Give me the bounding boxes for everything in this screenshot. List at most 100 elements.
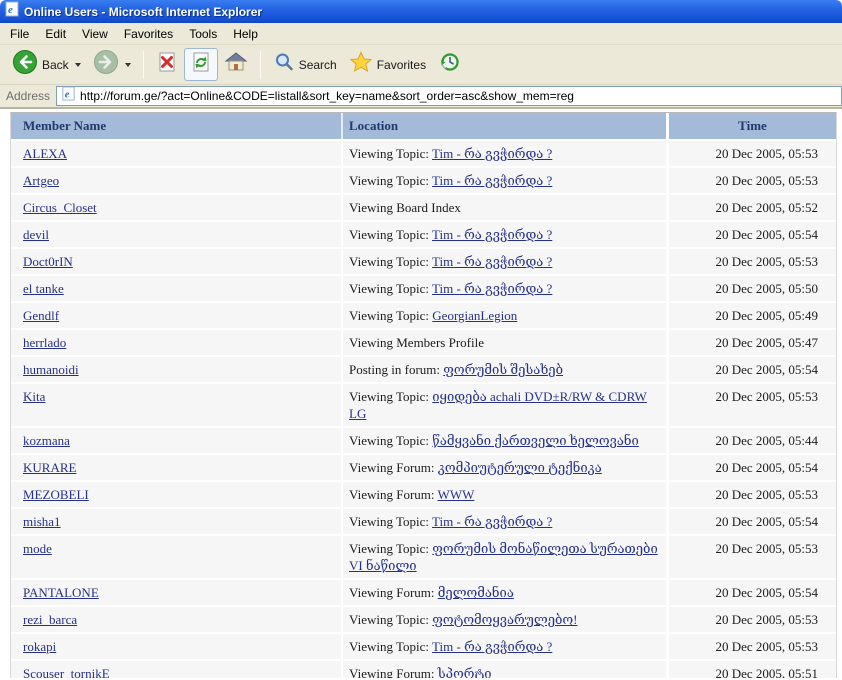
location-topic-link[interactable]: Tim - რა გვჭირდა ?	[432, 146, 552, 161]
member-name-link[interactable]: Gendlf	[23, 308, 59, 323]
member-name-link[interactable]: Artgeo	[23, 173, 59, 188]
location-cell: Viewing Topic: Tim - რა გვჭირდა ?	[341, 509, 666, 534]
location-topic-link[interactable]: კომპიუტერული ტექნიკა	[438, 460, 602, 475]
history-button[interactable]	[432, 47, 468, 82]
location-topic-link[interactable]: Tim - რა გვჭირდა ?	[432, 227, 552, 242]
table-row: Artgeo Viewing Topic: Tim - რა გვჭირდა ?…	[11, 168, 836, 195]
location-cell: Viewing Topic: Tim - რა გვჭირდა ?	[341, 634, 666, 659]
location-action-text: Viewing Topic:	[349, 308, 432, 323]
row-time: 20 Dec 2005, 05:54	[666, 357, 836, 382]
location-topic-link[interactable]: Tim - რა გვჭირდა ?	[432, 281, 552, 296]
location-topic-link[interactable]: Tim - რა გვჭირდა ?	[432, 173, 552, 188]
header-member-name: Member Name	[11, 113, 341, 139]
member-name-link[interactable]: herrlado	[23, 335, 66, 350]
member-name-link[interactable]: misha1	[23, 514, 61, 529]
member-name-cell: Gendlf	[11, 303, 341, 328]
member-name-link[interactable]: MEZOBELI	[23, 487, 89, 502]
location-action-text: Viewing Topic:	[349, 639, 432, 654]
location-topic-link[interactable]: ფორუმის შესახებ	[443, 362, 563, 377]
member-name-link[interactable]: rezi_barca	[23, 612, 77, 627]
member-name-link[interactable]: Scouser_tornikE	[23, 666, 110, 678]
table-row: rokapi Viewing Topic: Tim - რა გვჭირდა ?…	[11, 634, 836, 661]
favorites-star-icon	[349, 50, 373, 79]
row-time: 20 Dec 2005, 05:54	[666, 455, 836, 480]
search-button[interactable]: Search	[267, 48, 343, 81]
member-name-link[interactable]: humanoidi	[23, 362, 79, 377]
location-cell: Viewing Forum: სპორტი	[341, 661, 666, 678]
table-row: Circus_Closet Viewing Board Index 20 Dec…	[11, 195, 836, 222]
location-topic-link[interactable]: ფოტომოყვარულებო!	[432, 612, 577, 627]
menu-edit[interactable]: Edit	[37, 24, 74, 44]
menu-file[interactable]: File	[2, 24, 37, 44]
location-topic-link[interactable]: WWW	[438, 487, 475, 502]
refresh-icon	[190, 51, 212, 78]
stop-button[interactable]	[150, 48, 184, 81]
forward-dropdown-icon[interactable]	[125, 63, 131, 67]
location-topic-link[interactable]: მელომანია	[438, 585, 514, 600]
home-button[interactable]	[218, 47, 254, 82]
member-name-link[interactable]: devil	[23, 227, 49, 242]
table-row: devil Viewing Topic: Tim - რა გვჭირდა ? …	[11, 222, 836, 249]
forward-button[interactable]	[87, 46, 137, 83]
table-row: MEZOBELI Viewing Forum: WWW 20 Dec 2005,…	[11, 482, 836, 509]
menu-help[interactable]: Help	[225, 24, 266, 44]
member-name-link[interactable]: Kita	[23, 389, 45, 404]
row-time: 20 Dec 2005, 05:44	[666, 428, 836, 453]
location-action-text: Viewing Topic:	[349, 173, 432, 188]
refresh-button[interactable]	[184, 48, 218, 81]
header-location: Location	[341, 113, 666, 139]
window-title: Online Users - Microsoft Internet Explor…	[24, 5, 262, 19]
table-row: Scouser_tornikE Viewing Forum: სპორტი 20…	[11, 661, 836, 678]
location-action-text: Viewing Topic:	[349, 254, 432, 269]
member-name-cell: herrlado	[11, 330, 341, 355]
member-name-cell: PANTALONE	[11, 580, 341, 605]
titlebar: e Online Users - Microsoft Internet Expl…	[0, 0, 842, 23]
location-cell: Viewing Topic: Tim - რა გვჭირდა ?	[341, 249, 666, 274]
location-cell: Viewing Forum: მელომანია	[341, 580, 666, 605]
member-name-link[interactable]: PANTALONE	[23, 585, 99, 600]
member-name-link[interactable]: Circus_Closet	[23, 200, 97, 215]
online-users-table: Member Name Location Time ALEXA Viewing …	[10, 112, 837, 678]
menu-view[interactable]: View	[74, 24, 116, 44]
member-name-link[interactable]: el tanke	[23, 281, 64, 296]
location-cell: Viewing Topic: იყიდება achali DVD±R/RW &…	[341, 384, 666, 426]
stop-icon	[156, 51, 178, 78]
member-name-link[interactable]: Doct0rIN	[23, 254, 73, 269]
menu-tools[interactable]: Tools	[181, 24, 225, 44]
menu-favorites[interactable]: Favorites	[116, 24, 181, 44]
location-topic-link[interactable]: წამყვანი ქართველი ხელოვანი	[432, 433, 638, 448]
location-action-text: Viewing Topic:	[349, 281, 432, 296]
member-name-link[interactable]: rokapi	[23, 639, 56, 654]
row-time: 20 Dec 2005, 05:54	[666, 580, 836, 605]
search-label: Search	[299, 58, 337, 72]
location-topic-link[interactable]: სპორტი	[438, 666, 492, 678]
member-name-cell: devil	[11, 222, 341, 247]
page-content: Member Name Location Time ALEXA Viewing …	[0, 109, 842, 678]
location-action-text: Viewing Members Profile	[349, 335, 484, 350]
back-button[interactable]: Back	[6, 46, 87, 83]
member-name-link[interactable]: kozmana	[23, 433, 70, 448]
member-name-link[interactable]: KURARE	[23, 460, 76, 475]
address-input[interactable]: e http://forum.ge/?act=Online&CODE=lista…	[56, 86, 842, 106]
location-topic-link[interactable]: Tim - რა გვჭირდა ?	[432, 639, 552, 654]
back-dropdown-icon[interactable]	[75, 63, 81, 67]
address-label: Address	[6, 89, 50, 103]
member-name-link[interactable]: ALEXA	[23, 146, 67, 161]
page-icon: e	[61, 86, 76, 106]
member-name-cell: Doct0rIN	[11, 249, 341, 274]
table-row: Doct0rIN Viewing Topic: Tim - რა გვჭირდა…	[11, 249, 836, 276]
svg-text:e: e	[65, 89, 70, 100]
favorites-button[interactable]: Favorites	[343, 47, 432, 82]
location-topic-link[interactable]: Tim - რა გვჭირდა ?	[432, 254, 552, 269]
location-topic-link[interactable]: Tim - რა გვჭირდა ?	[432, 514, 552, 529]
forward-icon	[93, 49, 119, 80]
location-action-text: Posting in forum:	[349, 362, 443, 377]
table-row: Gendlf Viewing Topic: GeorgianLegion 20 …	[11, 303, 836, 330]
back-label: Back	[42, 58, 69, 72]
location-cell: Viewing Forum: WWW	[341, 482, 666, 507]
addressbar: Address e http://forum.ge/?act=Online&CO…	[0, 85, 842, 109]
member-name-link[interactable]: mode	[23, 541, 52, 556]
back-icon	[12, 49, 38, 80]
location-action-text: Viewing Forum:	[349, 585, 438, 600]
location-topic-link[interactable]: GeorgianLegion	[432, 308, 517, 323]
